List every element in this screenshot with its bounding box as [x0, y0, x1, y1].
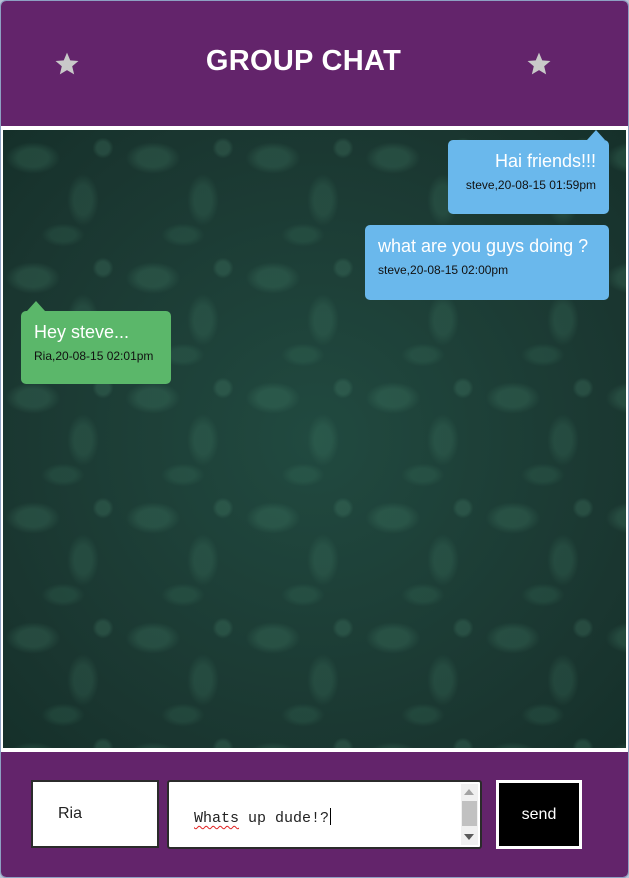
message-input-scrollbar[interactable]: [461, 784, 478, 845]
misspelled-word: Whats: [194, 810, 240, 827]
text-caret: [330, 808, 332, 825]
message-bubble-sent: what are you guys doing ? steve,20-08-15…: [365, 225, 609, 300]
send-button[interactable]: send: [496, 780, 582, 849]
message-input[interactable]: Whats up dude!?: [167, 780, 482, 849]
group-chat-window: GROUP CHAT Hai friends!!! steve,20-08-15…: [0, 0, 629, 878]
star-icon: [527, 52, 551, 75]
message-text: what are you guys doing ?: [378, 236, 589, 256]
message-text: Hey steve...: [34, 322, 130, 342]
message-list[interactable]: Hai friends!!! steve,20-08-15 01:59pm wh…: [3, 130, 626, 748]
composer-bar: Whats up dude!? send: [1, 752, 628, 877]
name-input[interactable]: [31, 780, 159, 848]
scroll-down-arrow-icon[interactable]: [464, 834, 474, 840]
scroll-thumb[interactable]: [462, 801, 477, 826]
message-meta: Ria,20-08-15 02:01pm: [34, 349, 154, 363]
message-text: Hai friends!!!: [494, 151, 596, 171]
page-title: GROUP CHAT: [205, 45, 402, 77]
message-input-rest: up dude!?: [239, 810, 330, 827]
chat-header: GROUP CHAT: [1, 1, 628, 126]
bubble-tail: [587, 130, 605, 140]
bubble-tail: [27, 301, 45, 311]
message-bubble-received: Hey steve... Ria,20-08-15 02:01pm: [21, 301, 171, 384]
message-input-text: Whats up dude!?: [194, 808, 332, 827]
message-bubble-sent: Hai friends!!! steve,20-08-15 01:59pm: [448, 130, 609, 214]
message-meta: steve,20-08-15 02:00pm: [378, 263, 509, 277]
message-meta: steve,20-08-15 01:59pm: [465, 178, 596, 192]
scroll-up-arrow-icon[interactable]: [464, 789, 474, 795]
